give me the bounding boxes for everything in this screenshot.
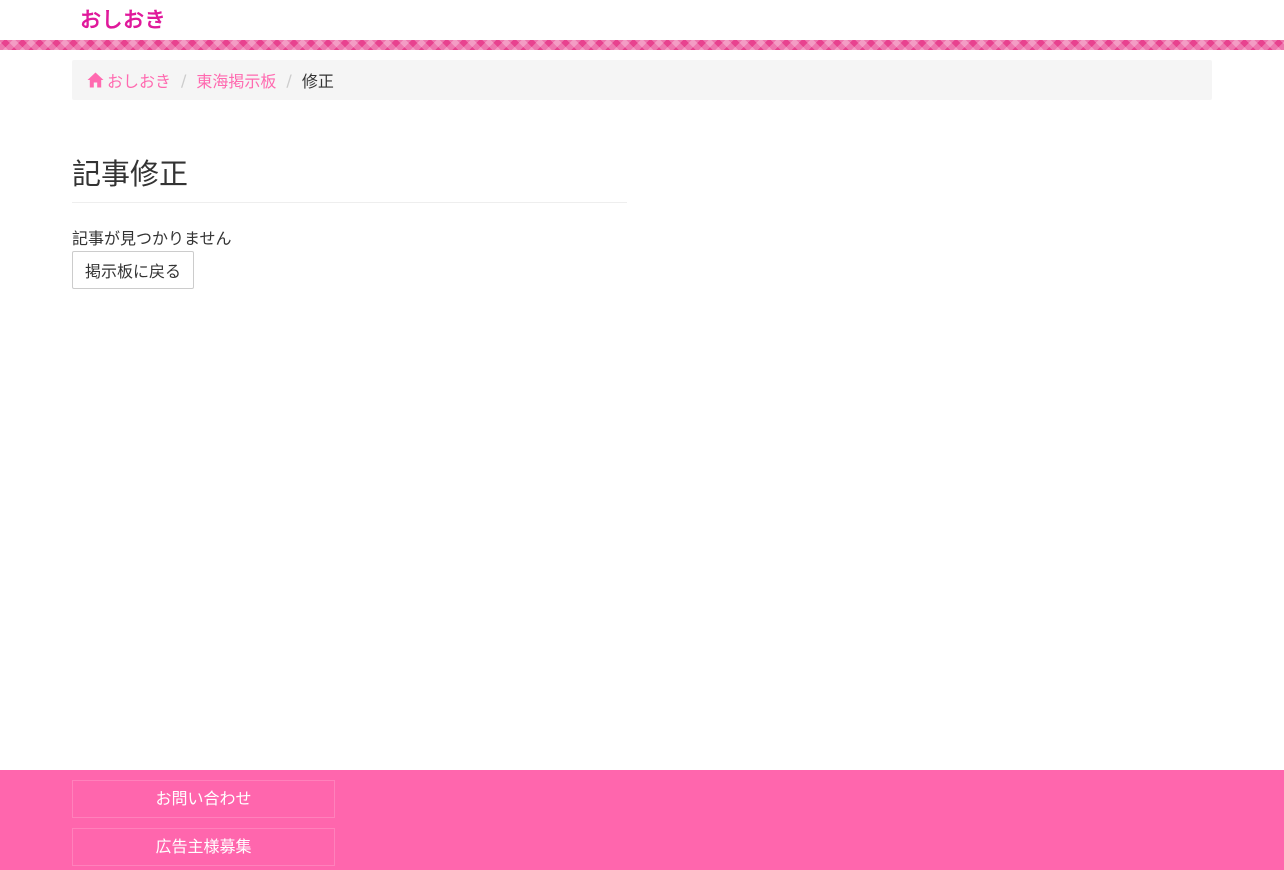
breadcrumb-board-link[interactable]: 東海掲示板 [196,68,276,92]
breadcrumb-separator: / [181,70,187,90]
breadcrumb-home-label: おしおき [107,72,172,91]
header-stripe [0,40,1284,50]
not-found-message: 記事が見つかりません [72,229,232,248]
breadcrumb-current: 修正 [301,72,334,91]
site-logo[interactable]: おしおき [80,5,166,35]
footer-contact-link[interactable]: お問い合わせ [72,780,335,818]
breadcrumb-separator: / [286,70,292,90]
home-icon [87,72,104,88]
breadcrumb: おしおき / 東海掲示板 / 修正 [72,60,1212,100]
breadcrumb-home-link[interactable]: おしおき [87,68,171,92]
site-header: おしおき [0,0,1284,40]
back-to-board-button[interactable]: 掲示板に戻る [72,251,194,289]
page-title: 記事修正 [72,152,627,203]
site-footer: お問い合わせ 広告主様募集 [0,770,1284,870]
footer-advertiser-link[interactable]: 広告主様募集 [72,828,335,866]
